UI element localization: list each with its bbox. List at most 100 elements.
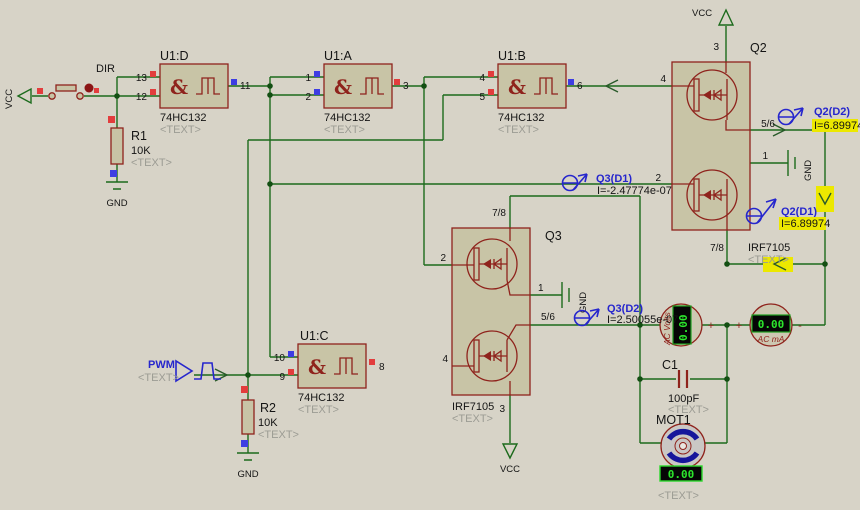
- gnd-terminal-r2[interactable]: GND: [237, 453, 259, 480]
- u1a-pin1: 1: [305, 73, 311, 84]
- u1c-text: <TEXT>: [298, 404, 339, 416]
- highlight-arrow-down: [816, 186, 834, 212]
- voltmeter-reading: 0.00: [677, 315, 690, 342]
- probe-q2d2-name: Q2(D2): [814, 106, 850, 118]
- logic-state-square: [94, 88, 99, 93]
- u1b-text: <TEXT>: [498, 124, 539, 136]
- u1b-pin6: 6: [577, 81, 583, 92]
- u1b-pin5: 5: [479, 92, 485, 103]
- q2-ref: Q2: [750, 41, 767, 55]
- button-state-icon: [85, 84, 94, 93]
- logic-state-square: [110, 170, 117, 177]
- u1c-part: 74HC132: [298, 392, 344, 404]
- u1d-part: 74HC132: [160, 112, 206, 124]
- q3-pin56: 5/6: [541, 312, 555, 323]
- pwm-text: <TEXT>: [138, 372, 179, 384]
- gnd-q3-label: GND: [578, 292, 589, 313]
- mosfet-q3[interactable]: Q3 7/8 2 1 5/6 4 3 IRF7105 <TEXT>: [440, 208, 561, 425]
- u1a-pin2: 2: [305, 92, 311, 103]
- schematic-svg: VCC VCC VCC GND GND GND GND DIR R1 10K: [0, 0, 860, 510]
- gate-u1c[interactable]: & U1:C 74HC132 <TEXT> 10 9 8: [274, 329, 385, 416]
- q2-part: IRF7105: [748, 242, 790, 254]
- vcc-terminal-bottom[interactable]: VCC: [500, 444, 520, 475]
- pwm-generator[interactable]: PWM <TEXT>: [138, 359, 221, 384]
- u1a-pin3: 3: [403, 81, 409, 92]
- gnd-terminal-q3[interactable]: GND: [562, 282, 589, 313]
- logic-state-square: [288, 351, 294, 357]
- q2-pin2: 2: [655, 173, 661, 184]
- u1c-ref: U1:C: [300, 329, 328, 343]
- motor-reading: 0.00: [668, 468, 695, 481]
- gnd-terminal-r1[interactable]: GND: [106, 182, 128, 209]
- u1b-amp: &: [508, 75, 526, 99]
- motor-mot1[interactable]: MOT1 0.00 <TEXT>: [656, 413, 705, 502]
- ammeter-reading: 0.00: [758, 318, 785, 331]
- mot1-text: <TEXT>: [658, 490, 699, 502]
- q3-ref: Q3: [545, 229, 562, 243]
- vcc-left-label: VCC: [4, 89, 15, 109]
- logic-state-square: [369, 359, 375, 365]
- probe-q3d1-name: Q3(D1): [596, 173, 632, 185]
- r1-value: 10K: [131, 145, 151, 157]
- q3-text: <TEXT>: [452, 413, 493, 425]
- gate-u1a[interactable]: & U1:A 74HC132 <TEXT> 1 2 3: [305, 49, 409, 136]
- u1c-pin10: 10: [274, 353, 286, 364]
- gnd-q2-label: GND: [803, 160, 814, 181]
- gate-u1b[interactable]: & U1:B 74HC132 <TEXT> 4 5 6: [479, 49, 583, 136]
- probe-q2d2-value: I=6.89974: [814, 120, 860, 132]
- probe-q2d2[interactable]: Q2(D2) I=6.89974: [779, 106, 860, 132]
- q2-text: <TEXT>: [748, 254, 789, 266]
- u1b-pin4: 4: [479, 73, 485, 84]
- q3-pin3: 3: [499, 404, 505, 415]
- schematic-canvas: VCC VCC VCC GND GND GND GND DIR R1 10K: [0, 0, 860, 510]
- q2-pin3: 3: [713, 42, 719, 53]
- probe-q3d2[interactable]: Q3(D2) I=2.50055e-07: [575, 303, 679, 326]
- gnd-terminal-q2[interactable]: GND: [788, 150, 814, 181]
- r1-ref: R1: [131, 129, 147, 143]
- logic-state-square: [241, 440, 248, 447]
- logic-state-square: [314, 71, 320, 77]
- voltmeter-plus: +: [708, 320, 714, 332]
- logic-state-square: [568, 79, 574, 85]
- resistor-r2[interactable]: R2 10K <TEXT>: [241, 386, 299, 447]
- q3-pin2: 2: [440, 253, 446, 264]
- dir-pushbutton[interactable]: [49, 84, 99, 100]
- u1c-pin9: 9: [279, 372, 285, 383]
- u1d-pin11: 11: [240, 81, 251, 92]
- u1b-part: 74HC132: [498, 112, 544, 124]
- r2-text: <TEXT>: [258, 429, 299, 441]
- probe-q3d2-value: I=2.50055e-07: [607, 314, 678, 326]
- capacitor-c1[interactable]: C1 100pF <TEXT>: [662, 358, 709, 416]
- r1-text: <TEXT>: [131, 157, 172, 169]
- u1c-pin8: 8: [379, 362, 385, 373]
- q3-pin78: 7/8: [492, 208, 506, 219]
- ammeter-plus: +: [736, 320, 742, 332]
- c1-ref: C1: [662, 358, 678, 372]
- q2-pin4: 4: [660, 74, 666, 85]
- pwm-net-label: PWM: [148, 359, 175, 371]
- vcc-terminal-top[interactable]: VCC: [692, 8, 733, 25]
- u1d-text: <TEXT>: [160, 124, 201, 136]
- u1d-pin13: 13: [136, 73, 148, 84]
- ammeter-minus: -: [798, 320, 802, 332]
- vcc-bottom-label: VCC: [500, 464, 520, 475]
- probe-q2d1-name: Q2(D1): [781, 206, 817, 218]
- r2-value: 10K: [258, 417, 278, 429]
- q3-pin4: 4: [442, 354, 448, 365]
- u1a-part: 74HC132: [324, 112, 370, 124]
- u1a-amp: &: [334, 75, 352, 99]
- logic-state-square: [231, 79, 237, 85]
- logic-state-square: [150, 71, 156, 77]
- logic-state-square: [150, 89, 156, 95]
- r2-ref: R2: [260, 401, 276, 415]
- logic-state-square: [394, 79, 400, 85]
- logic-state-square: [37, 88, 43, 94]
- gate-u1d[interactable]: & U1:D 74HC132 <TEXT> 13 12 11: [136, 49, 251, 136]
- logic-state-square: [241, 386, 248, 393]
- mosfet-q2[interactable]: Q2 3 4 5/6 1 2 7/8 IRF7105 <TEXT>: [655, 41, 790, 266]
- probe-q3d1-value: I=-2.47774e-07: [597, 185, 672, 197]
- vcc-terminal-left[interactable]: VCC: [4, 89, 31, 109]
- probe-q2d1-value: I=6.89974: [781, 218, 830, 230]
- u1d-pin12: 12: [136, 92, 148, 103]
- q3-pin1: 1: [538, 283, 544, 294]
